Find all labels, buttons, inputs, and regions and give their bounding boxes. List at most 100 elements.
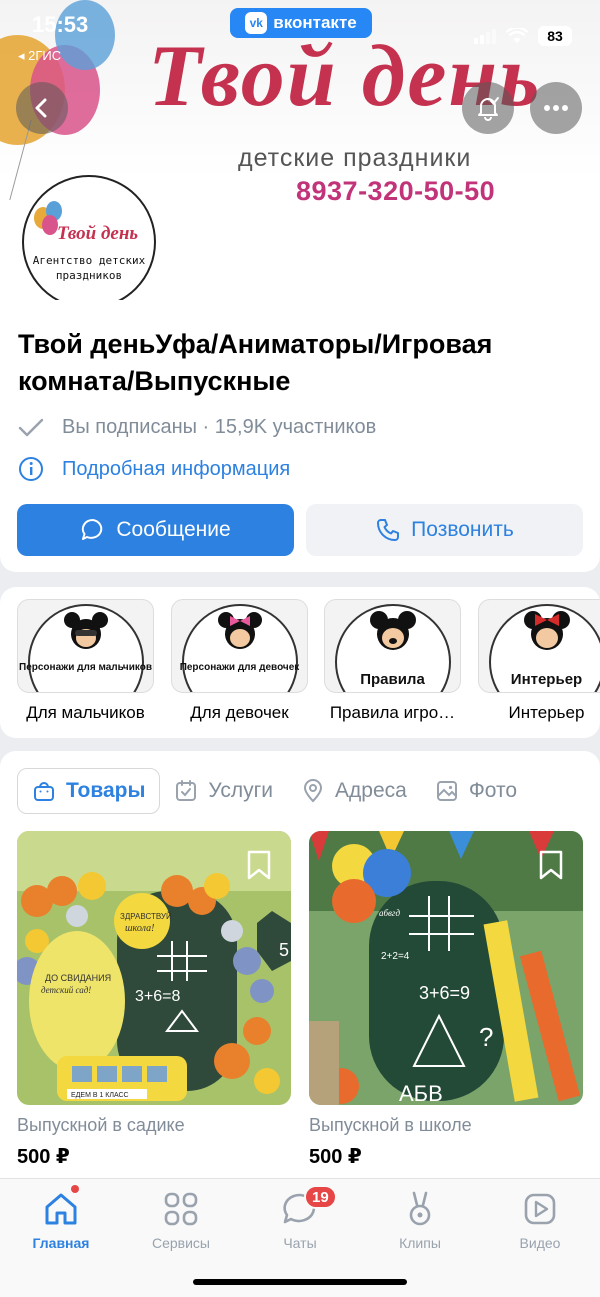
highlight-caption: Персонажи для девочек	[179, 662, 300, 673]
highlight-caption: Правила	[360, 671, 425, 688]
more-dots-icon	[544, 105, 568, 111]
vk-logo-icon: vk	[245, 12, 268, 34]
tab-clips[interactable]: Клипы	[370, 1189, 470, 1251]
highlights-row: Персонажи для мальчиков Для мальчиков Пе…	[0, 587, 600, 738]
chevron-left-icon	[35, 98, 47, 118]
subscription-status[interactable]: Вы подписаны · 15,9K участников	[18, 416, 376, 439]
grid-icon	[161, 1189, 201, 1229]
svg-text:ЕДЕМ В 1 КЛАСС: ЕДЕМ В 1 КЛАСС	[71, 1092, 129, 1099]
svg-text:школа!: школа!	[125, 923, 154, 934]
minnie-head-icon	[218, 612, 262, 649]
tab-home[interactable]: Главная	[11, 1185, 111, 1251]
message-bubble-icon	[82, 518, 103, 540]
tab-services-nav[interactable]: Сервисы	[131, 1189, 231, 1251]
details-text: Подробная информация	[62, 457, 291, 480]
sign-text: ДО СВИДАНИЯ	[45, 973, 111, 983]
product-image: ДО СВИДАНИЯ детский сад! ЗДРАВСТВУЙ школ…	[17, 831, 291, 1105]
svg-text:?: ?	[479, 1022, 493, 1052]
highlight-item[interactable]: Персонажи для девочек Для девочек	[171, 599, 308, 723]
call-button-label: Позвонить	[411, 518, 514, 541]
group-name: Твой деньУфа/Аниматоры/Игровая комната/В…	[18, 329, 493, 396]
tab-photos[interactable]: Фото	[421, 768, 531, 814]
tab-video[interactable]: Видео	[490, 1189, 590, 1251]
highlight-caption: Персонажи для мальчиков	[19, 662, 152, 673]
bookmark-icon[interactable]	[245, 849, 273, 881]
wifi-icon	[506, 28, 528, 43]
highlight-item[interactable]: Правила Правила игро…	[324, 599, 461, 723]
avatar-subtitle: Агентство детских праздников	[24, 253, 154, 283]
tab-label: Адреса	[335, 779, 407, 802]
minnie-head-icon	[524, 611, 570, 650]
tab-goods[interactable]: Товары	[17, 768, 161, 814]
highlight-thumbnail: Персонажи для мальчиков	[17, 599, 154, 693]
product-card[interactable]: абвгд 2+2=4 3+6=9 АБВ ? Выпускной в школ…	[309, 831, 583, 1169]
back-button[interactable]	[16, 82, 68, 134]
highlight-item[interactable]: Интерьер Интерьер	[478, 599, 600, 723]
svg-text:детский сад!: детский сад!	[41, 985, 91, 995]
svg-text:ЗДРАВСТВУЙ: ЗДРАВСТВУЙ	[120, 912, 172, 921]
highlight-item[interactable]: Персонажи для мальчиков Для мальчиков	[17, 599, 154, 723]
group-avatar[interactable]: Твой день Агентство детских праздников	[22, 175, 156, 309]
avatar-title: Твой день	[57, 223, 139, 244]
status-time: 15:53	[32, 12, 89, 37]
highlight-thumbnail: Интерьер	[478, 599, 600, 693]
cellular-signal-icon	[474, 28, 496, 44]
phone-icon	[377, 519, 400, 541]
notification-dot	[71, 1185, 79, 1193]
home-indicator	[193, 1279, 407, 1285]
section-tabs: Товары Услуги Адреса Фото	[17, 768, 531, 814]
chats-badge: 19	[304, 1185, 337, 1209]
more-button[interactable]	[530, 82, 582, 134]
message-button-label: Сообщение	[116, 518, 231, 541]
tab-label: Чаты	[283, 1235, 317, 1251]
svg-text:АБВ: АБВ	[399, 1081, 443, 1105]
market-section: Товары Услуги Адреса Фото ДО СВИДАНИЯ де…	[0, 751, 600, 1181]
battery-icon: 83	[538, 26, 572, 46]
bag-icon	[34, 782, 54, 801]
tab-label: Видео	[519, 1235, 561, 1251]
message-button[interactable]: Сообщение	[17, 504, 294, 556]
avatar-subtitle-line: Агентство детских	[32, 254, 146, 267]
tab-label: Сервисы	[151, 1235, 210, 1251]
photo-icon	[436, 781, 457, 801]
svg-text:3+6=8: 3+6=8	[135, 988, 180, 1005]
product-title: Выпускной в школе	[309, 1115, 472, 1135]
group-info-card: Твой деньУфа/Аниматоры/Игровая комната/В…	[0, 300, 600, 572]
cover-subtitle: детские праздники	[238, 144, 472, 172]
avatar-subtitle-line: праздников	[55, 269, 123, 282]
highlight-label: Для мальчиков	[26, 703, 145, 722]
highlight-label: Правила игро…	[329, 703, 456, 722]
notifications-button[interactable]	[462, 82, 514, 134]
chat-bubble-icon: 19	[280, 1185, 337, 1229]
product-title: Выпускной в садике	[17, 1115, 185, 1135]
tab-label: Товары	[66, 779, 146, 802]
call-button[interactable]: Позвонить	[306, 504, 583, 556]
details-link[interactable]: Подробная информация	[18, 456, 290, 482]
highlight-label: Для девочек	[190, 703, 289, 722]
tab-label: Клипы	[399, 1235, 441, 1251]
info-icon	[19, 457, 43, 481]
product-price: 500 ₽	[309, 1146, 362, 1168]
app-name: вконтакте	[273, 13, 357, 32]
subscription-text: Вы подписаны · 15,9K участников	[62, 416, 377, 438]
clips-icon	[400, 1189, 440, 1229]
bell-check-icon	[478, 97, 499, 121]
mickey-head-icon	[370, 611, 416, 650]
tab-label: Главная	[32, 1235, 90, 1251]
svg-text:3+6=9: 3+6=9	[419, 983, 470, 1003]
tab-chats[interactable]: 19 Чаты	[250, 1185, 350, 1251]
tab-services[interactable]: Услуги	[160, 768, 287, 814]
home-icon	[41, 1185, 81, 1229]
cover-phone: 8937-320-50-50	[296, 176, 496, 206]
highlight-label: Интерьер	[508, 703, 585, 722]
balloon-decoration	[42, 215, 58, 235]
svg-text:5: 5	[279, 940, 289, 960]
status-indicators: 83	[474, 26, 572, 46]
svg-text:абвгд: абвгд	[379, 908, 400, 918]
bookmark-icon[interactable]	[537, 849, 565, 881]
tab-addresses[interactable]: Адреса	[287, 768, 421, 814]
back-to-app-link[interactable]: ◂ 2ГИС	[18, 48, 61, 64]
app-name-pill: vk вконтакте	[230, 8, 372, 38]
product-card[interactable]: ДО СВИДАНИЯ детский сад! ЗДРАВСТВУЙ школ…	[17, 831, 291, 1169]
check-icon	[18, 418, 44, 436]
